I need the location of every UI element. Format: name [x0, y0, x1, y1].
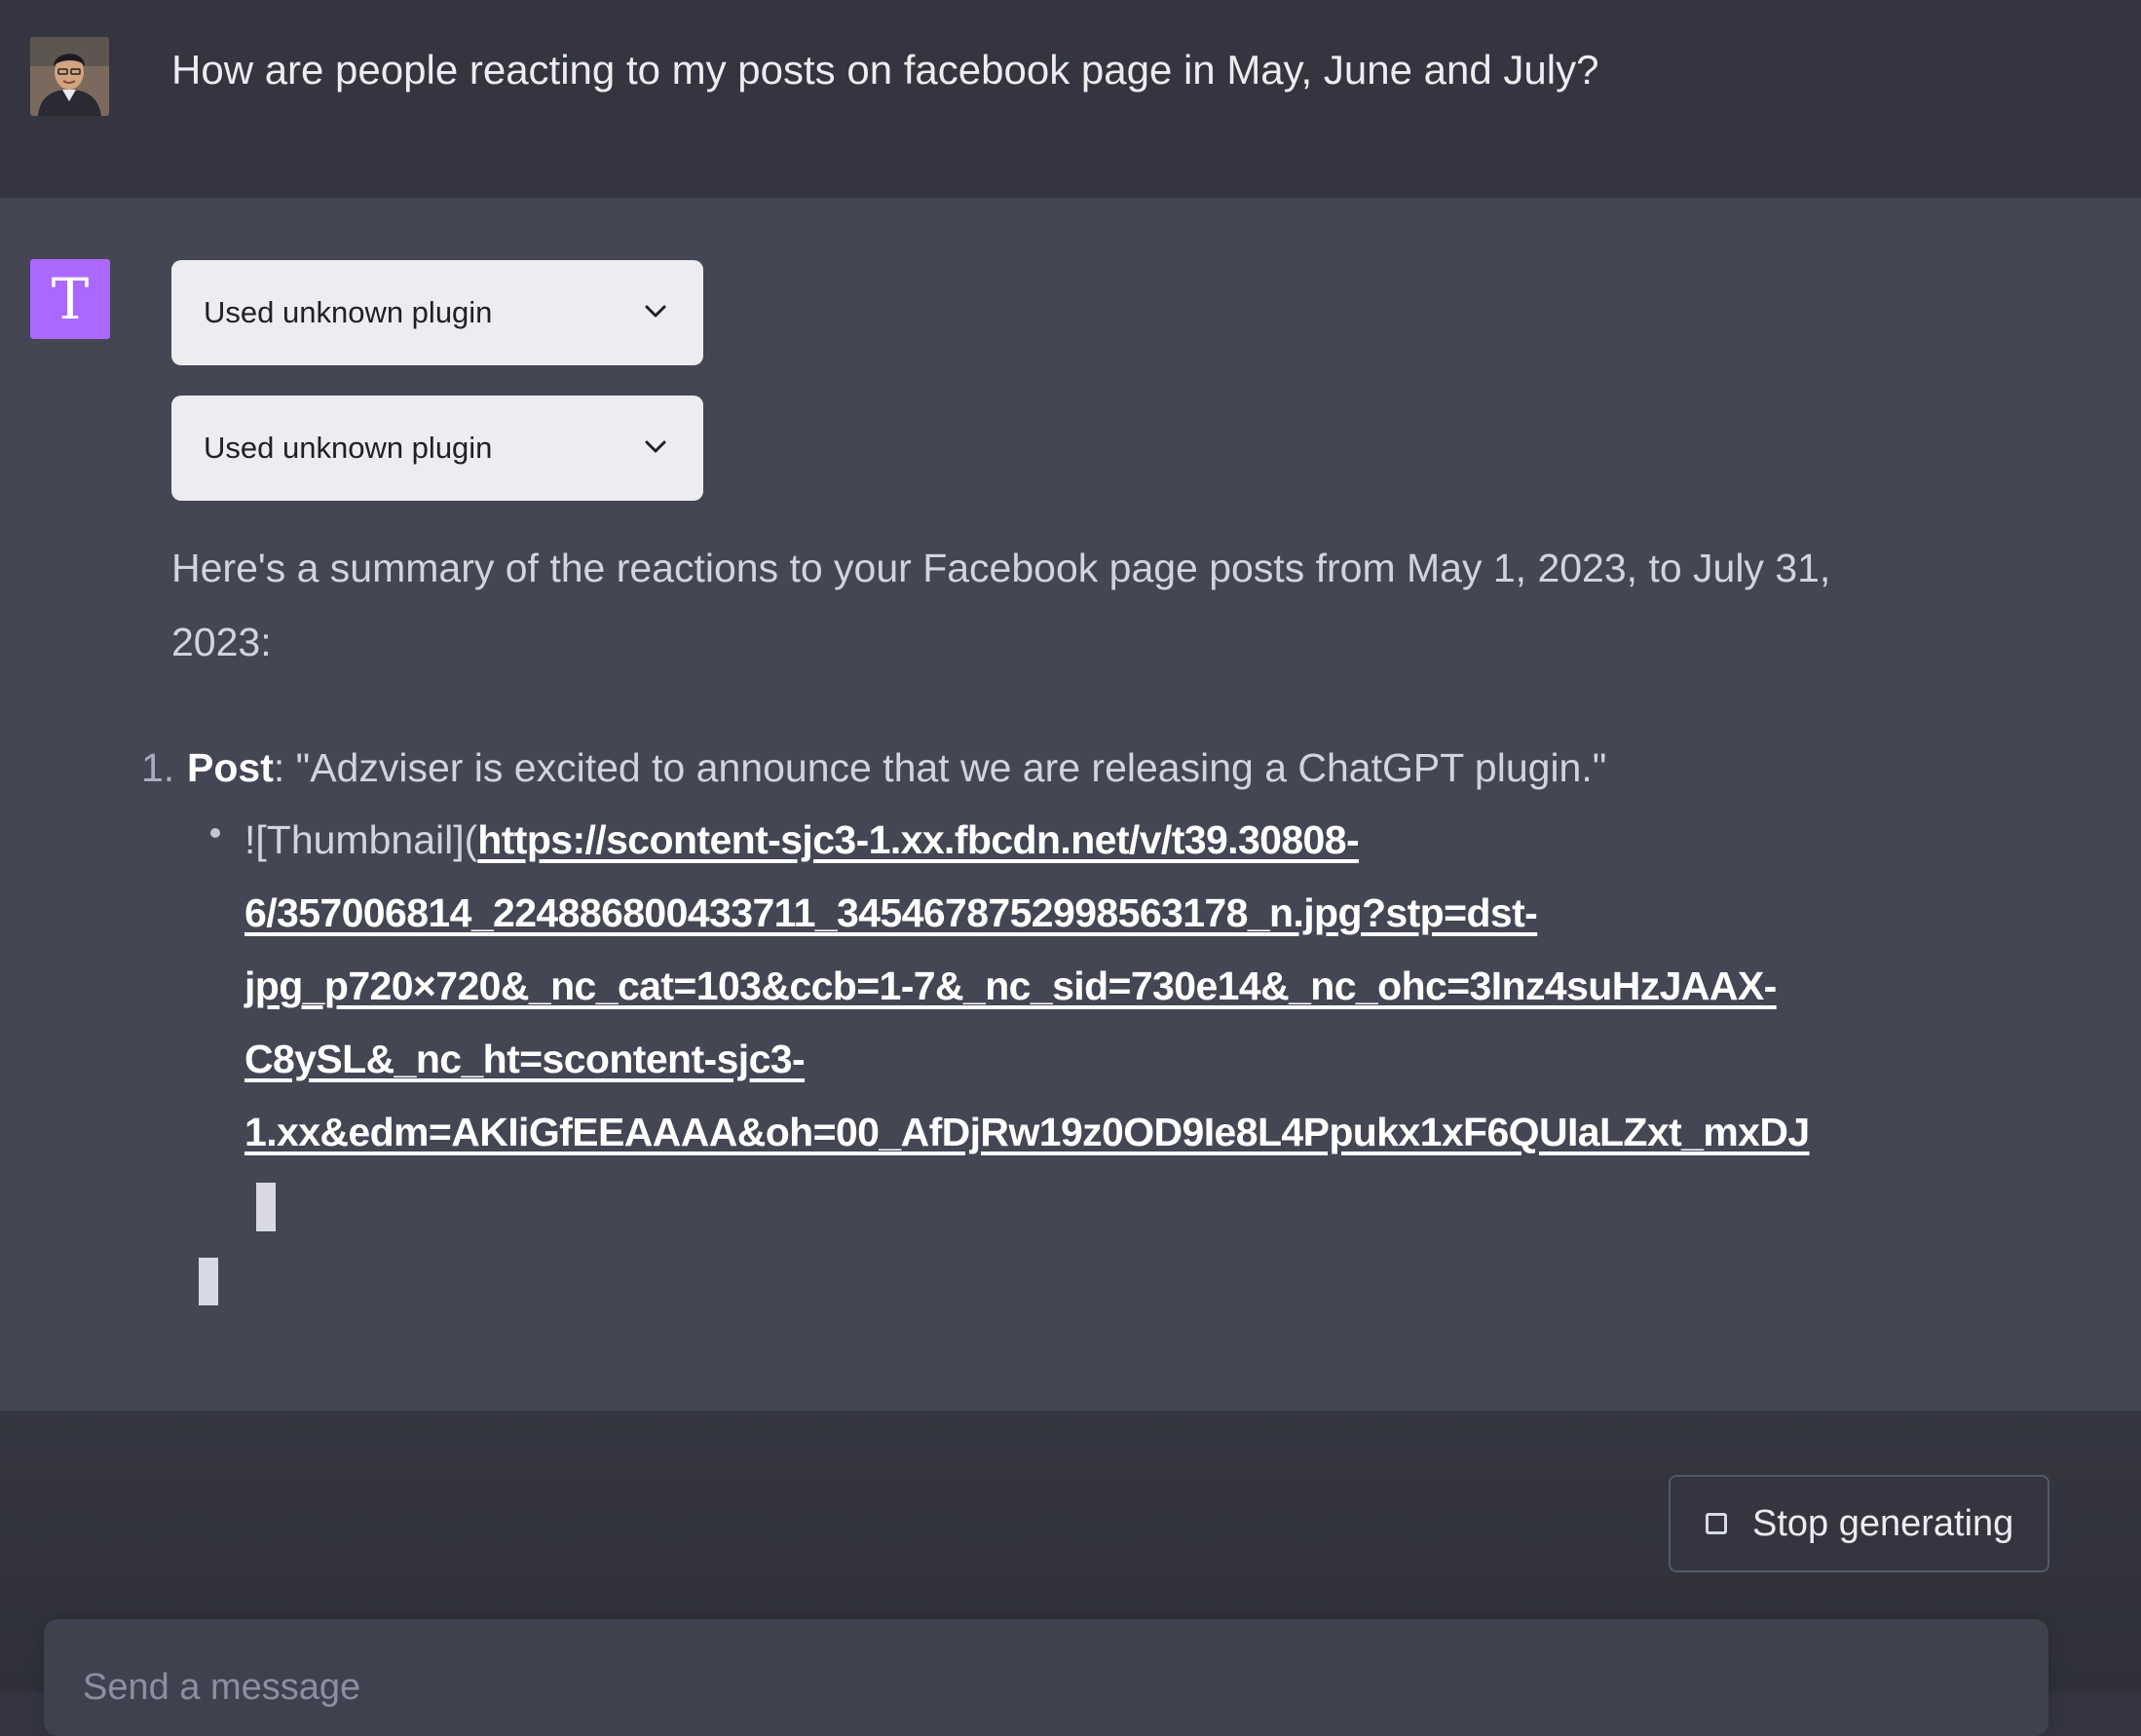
plugin-dropdown[interactable]: Used unknown plugin: [171, 260, 703, 365]
chevron-down-icon: [645, 305, 666, 318]
assistant-avatar: T: [30, 259, 110, 339]
plugin-dropdown-label: Used unknown plugin: [204, 431, 493, 465]
message-input-box[interactable]: [44, 1619, 2048, 1736]
stop-square-icon: [1706, 1513, 1727, 1534]
assistant-message-row: T Used unknown plugin Used unknown plugi…: [0, 198, 2141, 1411]
message-input[interactable]: [83, 1658, 1836, 1717]
plugin-dropdown[interactable]: Used unknown plugin: [171, 396, 703, 501]
typing-cursor: [256, 1183, 276, 1231]
stop-generating-label: Stop generating: [1752, 1503, 2014, 1544]
post-text: : "Adzviser is excited to announce that …: [273, 745, 1607, 790]
summary-paragraph: Here's a summary of the reactions to you…: [171, 546, 1831, 664]
bullet-icon: [210, 828, 220, 838]
plugin-dropdown-label: Used unknown plugin: [204, 295, 493, 329]
list-item-post: Post: "Adzviser is excited to announce t…: [187, 731, 1606, 805]
stop-generating-button[interactable]: Stop generating: [1669, 1475, 2049, 1572]
composer-area: Stop generating: [0, 1411, 2141, 1736]
user-message-text: How are people reacting to my posts on f…: [171, 47, 1599, 93]
thumbnail-url-link[interactable]: C8ySL&_nc_ht=scontent-sjc3-: [244, 1037, 806, 1081]
list-number: 1.: [141, 745, 175, 790]
thumbnail-url-link[interactable]: 1.xx&edm=AKIiGfEEAAAA&oh=00_AfDjRw19z0OD…: [244, 1110, 1810, 1154]
user-avatar: [30, 37, 109, 116]
thumbnail-prefix: ![Thumbnail](: [244, 817, 478, 862]
typing-cursor: [199, 1258, 218, 1305]
thumbnail-link-block: ![Thumbnail](https://scontent-sjc3-1.xx.…: [244, 804, 1900, 1169]
chevron-down-icon: [645, 440, 666, 453]
post-label: Post: [187, 745, 274, 790]
user-message-row: How are people reacting to my posts on f…: [0, 0, 2141, 198]
thumbnail-url-link[interactable]: 6/357006814_224886800433711_345467875299…: [244, 890, 1538, 935]
thumbnail-url-link[interactable]: https://scontent-sjc3-1.xx.fbcdn.net/v/t…: [477, 817, 1359, 862]
thumbnail-url-link[interactable]: jpg_p720×720&_nc_cat=103&ccb=1-7&_nc_sid…: [244, 963, 1777, 1008]
